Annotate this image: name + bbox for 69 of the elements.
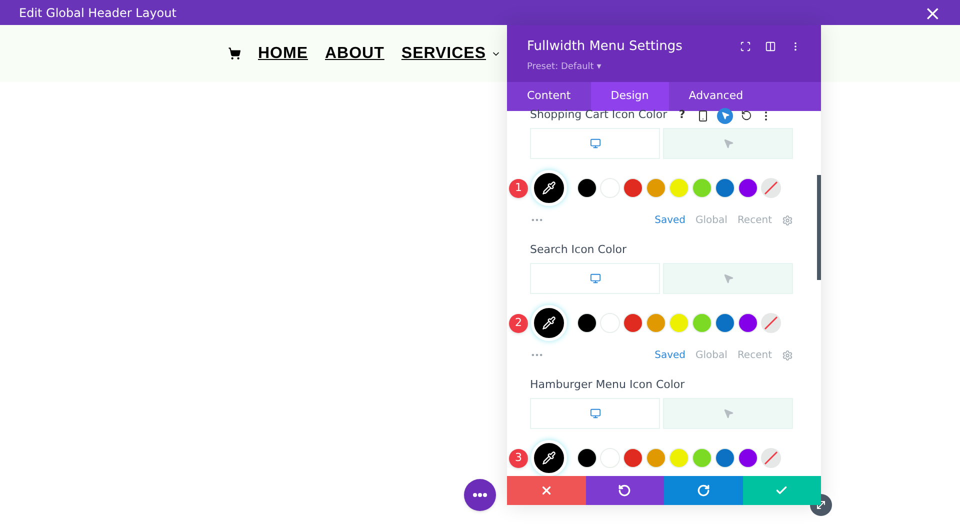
monitor-icon: [590, 408, 600, 419]
more-button[interactable]: [464, 479, 496, 511]
color-swatch[interactable]: [669, 178, 689, 198]
eyedropper-icon: [542, 181, 556, 195]
save-icon: [775, 484, 788, 497]
nav-link[interactable]: ABOUT: [325, 42, 384, 66]
undo-icon: [618, 484, 632, 497]
cursor-icon: [722, 273, 734, 284]
nav-link[interactable]: HOME: [258, 42, 308, 66]
nav-link[interactable]: SERVICES: [401, 42, 486, 66]
phone-icon[interactable]: [697, 110, 710, 122]
color-picker-button[interactable]: [531, 170, 567, 206]
step-badge: 3: [509, 448, 528, 468]
cart-icon[interactable]: [228, 47, 241, 60]
color-swatch[interactable]: [715, 313, 735, 333]
color-swatch[interactable]: [623, 448, 643, 468]
color-swatch[interactable]: [577, 448, 597, 468]
palette-tab[interactable]: Saved: [654, 212, 686, 228]
color-swatch[interactable]: [692, 178, 712, 198]
color-swatch[interactable]: [577, 178, 597, 198]
no-color-swatch[interactable]: [761, 313, 781, 333]
eyedropper-icon: [542, 451, 556, 465]
settings-icon[interactable]: [782, 350, 793, 360]
color-swatch[interactable]: [738, 313, 758, 333]
color-swatch[interactable]: [692, 448, 712, 468]
color-picker-button[interactable]: [531, 305, 567, 341]
color-swatch[interactable]: [715, 178, 735, 198]
color-picker-button[interactable]: [531, 440, 567, 476]
panel-title: Fullwidth Menu Settings: [527, 38, 682, 56]
dots-icon: [473, 493, 487, 497]
color-swatch[interactable]: [646, 178, 666, 198]
color-swatch[interactable]: [715, 448, 735, 468]
color-swatch[interactable]: [623, 313, 643, 333]
close-button[interactable]: ×: [924, 2, 941, 22]
step-badge: 2: [509, 314, 528, 332]
settings-icon[interactable]: [782, 214, 793, 226]
color-swatch[interactable]: [646, 313, 666, 333]
palette-tab[interactable]: Saved: [654, 348, 686, 362]
color-swatch[interactable]: [692, 313, 712, 333]
cursor-icon: [722, 138, 734, 149]
step-badge: 1: [509, 178, 528, 198]
color-swatch[interactable]: [577, 313, 597, 333]
redo-button[interactable]: [664, 476, 742, 505]
color-swatch[interactable]: [623, 178, 643, 198]
focus-icon[interactable]: [740, 41, 751, 52]
monitor-icon: [590, 273, 600, 284]
color-swatch[interactable]: [646, 448, 666, 468]
eyedropper-icon: [542, 316, 556, 330]
scrollbar[interactable]: [817, 175, 821, 280]
panel-tab[interactable]: Design: [590, 82, 669, 111]
layout-icon[interactable]: [765, 41, 776, 52]
color-swatch[interactable]: [669, 313, 689, 333]
cursor-icon: [720, 111, 730, 120]
cursor-icon: [722, 408, 734, 419]
preset-dropdown[interactable]: Preset: Default ▾: [527, 60, 682, 74]
field-label: Hamburger Menu Icon Color: [530, 377, 685, 394]
reset-icon[interactable]: [741, 110, 752, 121]
color-swatch[interactable]: [738, 178, 758, 198]
undo-button[interactable]: [586, 476, 664, 505]
no-color-swatch[interactable]: [761, 448, 781, 468]
field-label: Search Icon Color: [530, 242, 626, 258]
window-title: Edit Global Header Layout: [19, 4, 176, 22]
no-color-swatch[interactable]: [761, 178, 781, 198]
color-swatch[interactable]: [738, 448, 758, 468]
color-swatch[interactable]: [669, 448, 689, 468]
resize-icon: [815, 499, 827, 511]
cancel-icon: [540, 484, 553, 497]
monitor-icon: [590, 138, 600, 149]
redo-icon: [696, 484, 710, 497]
